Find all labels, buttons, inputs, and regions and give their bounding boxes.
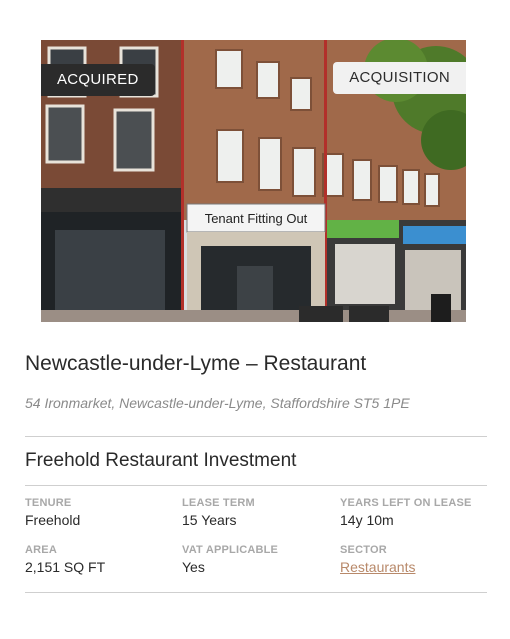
spec-label: LEASE TERM (182, 497, 255, 509)
spec-value: 15 Years (182, 512, 237, 528)
spec-years-left: YEARS LEFT ON LEASE 14y 10m (340, 497, 490, 528)
divider (25, 485, 487, 486)
spec-label: SECTOR (340, 544, 387, 556)
spec-area: AREA 2,151 SQ FT (25, 544, 175, 575)
investment-subtitle: Freehold Restaurant Investment (25, 450, 297, 471)
acquired-badge: ACQUIRED (41, 64, 155, 96)
divider (25, 592, 487, 593)
spec-sector: SECTOR Restaurants (340, 544, 490, 575)
spec-value: 2,151 SQ FT (25, 559, 106, 575)
spec-tenure: TENURE Freehold (25, 497, 175, 528)
property-card[interactable]: Tenant Fitting Out ACQUIRED ACQUISITION … (0, 0, 510, 639)
acquisition-badge: ACQUISITION (333, 62, 466, 94)
property-title[interactable]: Newcastle-under-Lyme – Restaurant (25, 352, 366, 376)
spec-label: TENURE (25, 497, 72, 509)
spec-value: 14y 10m (340, 512, 394, 528)
spec-label: YEARS LEFT ON LEASE (340, 497, 472, 509)
property-address: 54 Ironmarket, Newcastle-under-Lyme, Sta… (25, 395, 410, 411)
spec-value: Yes (182, 559, 205, 575)
spec-label: VAT APPLICABLE (182, 544, 279, 556)
sector-link[interactable]: Restaurants (340, 559, 490, 575)
shop-sign-text: Tenant Fitting Out (205, 211, 308, 226)
spec-label: AREA (25, 544, 57, 556)
spec-value: Freehold (25, 512, 81, 528)
spec-vat: VAT APPLICABLE Yes (182, 544, 332, 575)
divider (25, 436, 487, 437)
spec-lease-term: LEASE TERM 15 Years (182, 497, 332, 528)
